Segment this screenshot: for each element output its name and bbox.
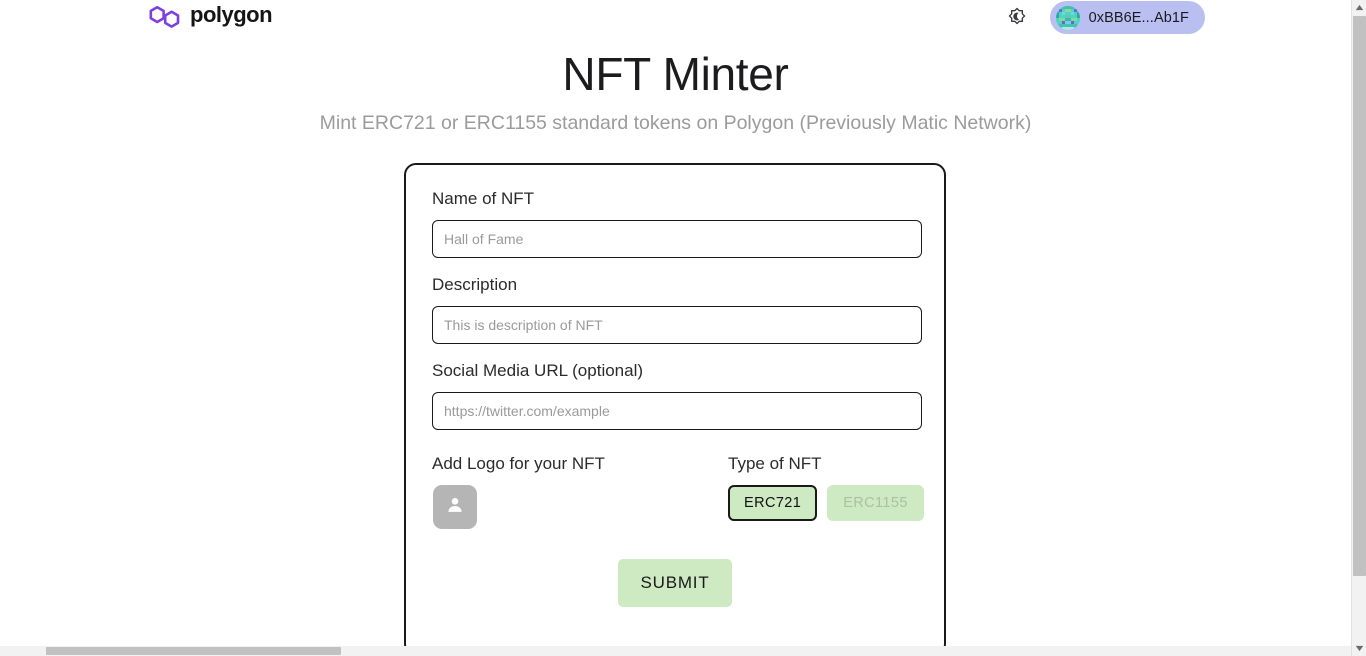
social-url-input[interactable] <box>432 392 922 430</box>
type-field-label: Type of NFT <box>728 454 822 473</box>
scroll-down-arrow-icon[interactable] <box>1352 641 1366 656</box>
submit-button[interactable]: SUBMIT <box>618 559 732 607</box>
scroll-up-arrow-icon[interactable] <box>1352 0 1366 15</box>
submit-row: SUBMIT <box>432 559 918 607</box>
vertical-scrollbar[interactable] <box>1351 0 1366 656</box>
name-input[interactable] <box>432 220 922 258</box>
page-subtitle: Mint ERC721 or ERC1155 standard tokens o… <box>319 112 1032 134</box>
wallet-address-text: 0xBB6E...Ab1F <box>1088 9 1189 26</box>
url-field-group: Social Media URL (optional) <box>432 361 922 430</box>
brand-wordmark: polygon <box>190 2 310 33</box>
person-placeholder-icon <box>444 494 466 521</box>
svg-text:polygon: polygon <box>190 2 272 27</box>
type-option-erc721[interactable]: ERC721 <box>728 485 818 521</box>
theme-toggle-button[interactable] <box>1002 3 1032 33</box>
logo-field-label: Add Logo for your NFT <box>432 454 605 473</box>
blockie-identicon-avatar <box>1055 5 1080 30</box>
description-field-group: Description <box>432 275 922 344</box>
brand-logo[interactable]: polygon <box>148 2 310 32</box>
mint-form-card: Name of NFT Description Social Media URL… <box>404 163 946 656</box>
description-input[interactable] <box>432 306 922 344</box>
wallet-address-badge[interactable]: 0xBB6E...Ab1F <box>1049 1 1205 34</box>
horizontal-scrollbar[interactable] <box>0 646 1351 656</box>
logo-upload-button[interactable] <box>433 485 477 529</box>
type-option-erc1155[interactable]: ERC1155 <box>827 485 924 521</box>
nft-type-button-group: ERC721 ERC1155 <box>728 485 924 521</box>
polygon-logo-icon <box>148 2 182 32</box>
top-bar: polygon 0xBB6E...Ab1F <box>0 0 1351 36</box>
brightness-moon-sun-icon <box>1006 5 1028 30</box>
horizontal-scrollbar-thumb[interactable] <box>46 647 341 655</box>
logo-upload-group: Add Logo for your NFT <box>432 454 728 529</box>
description-field-label: Description <box>432 275 518 294</box>
vertical-scrollbar-thumb[interactable] <box>1353 16 1366 576</box>
name-field-group: Name of NFT <box>432 189 922 258</box>
name-field-label: Name of NFT <box>432 189 535 208</box>
logo-and-type-row: Add Logo for your NFT Type of NFT ERC721… <box>432 454 924 529</box>
browser-viewport: polygon 0xBB6E...Ab1F NFT Minter Mint ER… <box>0 0 1366 656</box>
nft-type-group: Type of NFT ERC721 ERC1155 <box>728 454 924 521</box>
top-bar-actions: 0xBB6E...Ab1F <box>1002 1 1205 34</box>
page-title: NFT Minter <box>562 48 789 100</box>
url-field-label: Social Media URL (optional) <box>432 361 644 380</box>
